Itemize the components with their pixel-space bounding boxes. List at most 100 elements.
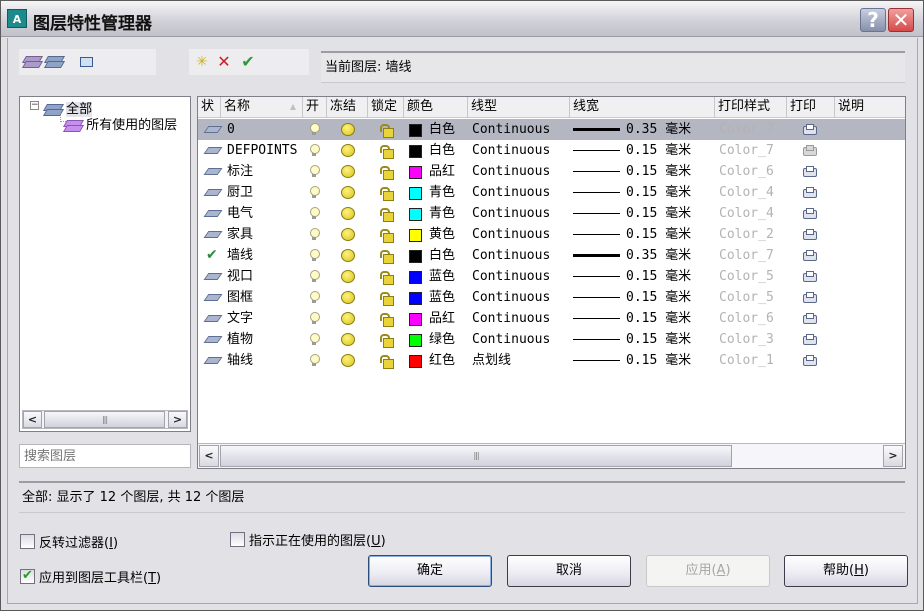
column-lineweight[interactable]: 线宽 [570,97,715,118]
lightbulb-on-icon[interactable] [309,354,320,367]
layer-name[interactable]: 家具 [227,224,253,245]
lineweight-value[interactable]: 0.15 毫米 [626,287,691,308]
linetype[interactable]: Continuous [472,140,550,161]
layer-name[interactable]: 植物 [227,329,253,350]
layer-description[interactable] [839,203,905,224]
scroll-left-button[interactable]: < [23,411,42,428]
thaw-sun-icon[interactable] [341,333,355,346]
thaw-sun-icon[interactable] [341,291,355,304]
column-status[interactable]: 状 [198,97,221,118]
layer-states-icon[interactable] [77,53,95,71]
title-bar[interactable]: A 图层特性管理器 ? ✕ [1,1,923,37]
collapse-icon[interactable]: − [30,101,39,110]
printer-icon[interactable] [802,187,817,199]
linetype[interactable]: Continuous [472,266,550,287]
layer-name[interactable]: DEFPOINTS [227,140,297,161]
color-swatch[interactable] [409,145,422,158]
color-swatch[interactable] [409,271,422,284]
invert-filter-checkbox[interactable]: 反转过滤器(I) [20,532,118,551]
column-color[interactable]: 颜色 [404,97,468,118]
layer-description[interactable] [839,287,905,308]
layer-row[interactable]: 文字 品红 Continuous 0.15 毫米 Color_6 [198,308,905,329]
linetype[interactable]: Continuous [472,287,550,308]
layer-status-icon[interactable] [204,293,222,302]
layer-name[interactable]: 厨卫 [227,182,253,203]
color-name[interactable]: 品红 [429,161,455,182]
layer-description[interactable] [839,308,905,329]
delete-icon[interactable]: ✕ [215,53,233,71]
lightbulb-on-icon[interactable] [309,165,320,178]
layer-row[interactable]: 标注 品红 Continuous 0.15 毫米 Color_6 [198,161,905,182]
layer-description[interactable] [839,224,905,245]
thaw-sun-icon[interactable] [341,228,355,241]
indicate-layers-in-use-checkbox[interactable]: 指示正在使用的图层(U) [230,530,386,549]
tree-horizontal-scrollbar[interactable]: < ||| > [22,410,188,429]
unlocked-padlock-icon[interactable] [380,271,394,285]
printer-icon[interactable] [802,313,817,325]
layer-status-icon[interactable] [204,167,222,176]
lineweight-value[interactable]: 0.15 毫米 [626,350,691,371]
layer-status-icon[interactable] [204,146,222,155]
unlocked-padlock-icon[interactable] [380,124,394,138]
unlocked-padlock-icon[interactable] [380,355,394,369]
linetype[interactable]: Continuous [472,203,550,224]
lineweight-value[interactable]: 0.15 毫米 [626,182,691,203]
lightbulb-on-icon[interactable] [309,270,320,283]
lineweight-value[interactable]: 0.15 毫米 [626,161,691,182]
column-on[interactable]: 开 [303,97,327,118]
thaw-sun-icon[interactable] [341,165,355,178]
lineweight-value[interactable]: 0.15 毫米 [626,140,691,161]
lineweight-value[interactable]: 0.35 毫米 [626,119,691,140]
column-plot[interactable]: 打印 [787,97,835,118]
lightbulb-on-icon[interactable] [309,312,320,325]
column-plot-style[interactable]: 打印样式 [715,97,787,118]
help-button[interactable]: 帮助(H) [784,555,908,587]
layer-description[interactable] [839,119,905,140]
apply-to-layers-toolbar-checkbox[interactable]: 应用到图层工具栏(T) [20,567,161,586]
grid-horizontal-scrollbar[interactable]: < ||| > [198,443,905,468]
layer-row[interactable]: ✔ 墙线 白色 Continuous 0.35 毫米 Color_7 [198,245,905,266]
lineweight-value[interactable]: 0.15 毫米 [626,329,691,350]
checkbox-box[interactable] [20,534,35,549]
help-title-button[interactable]: ? [860,8,886,32]
thaw-sun-icon[interactable] [341,354,355,367]
color-swatch[interactable] [409,292,422,305]
lightbulb-on-icon[interactable] [309,249,320,262]
linetype[interactable]: Continuous [472,119,550,140]
scroll-right-button[interactable]: > [168,411,187,428]
lineweight-value[interactable]: 0.15 毫米 [626,224,691,245]
layer-description[interactable] [839,329,905,350]
unlocked-padlock-icon[interactable] [380,250,394,264]
layer-status-icon[interactable] [204,335,222,344]
color-name[interactable]: 蓝色 [429,266,455,287]
printer-icon[interactable] [802,250,817,262]
color-name[interactable]: 青色 [429,203,455,224]
layer-description[interactable] [839,266,905,287]
layer-name[interactable]: 0 [227,119,235,140]
thaw-sun-icon[interactable] [341,270,355,283]
layer-status-icon[interactable] [204,272,222,281]
unlocked-padlock-icon[interactable] [380,166,394,180]
unlocked-padlock-icon[interactable] [380,334,394,348]
color-swatch[interactable] [409,124,422,137]
color-swatch[interactable] [409,250,422,263]
cancel-button[interactable]: 取消 [507,555,631,587]
unlocked-padlock-icon[interactable] [380,145,394,159]
apply-button[interactable]: 应用(A) [646,555,770,587]
layer-name[interactable]: 视口 [227,266,253,287]
linetype[interactable]: 点划线 [472,350,511,371]
color-name[interactable]: 蓝色 [429,287,455,308]
layer-name[interactable]: 电气 [227,203,253,224]
layer-name[interactable]: 标注 [227,161,253,182]
color-name[interactable]: 白色 [429,119,455,140]
thaw-sun-icon[interactable] [341,144,355,157]
lightbulb-on-icon[interactable] [309,123,320,136]
thaw-sun-icon[interactable] [341,312,355,325]
layer-description[interactable] [839,161,905,182]
current-layer-check-icon[interactable]: ✔ [206,245,218,266]
lineweight-value[interactable]: 0.15 毫米 [626,308,691,329]
layer-name[interactable]: 轴线 [227,350,253,371]
close-button[interactable]: ✕ [888,8,914,32]
unlocked-padlock-icon[interactable] [380,208,394,222]
lineweight-value[interactable]: 0.35 毫米 [626,245,691,266]
